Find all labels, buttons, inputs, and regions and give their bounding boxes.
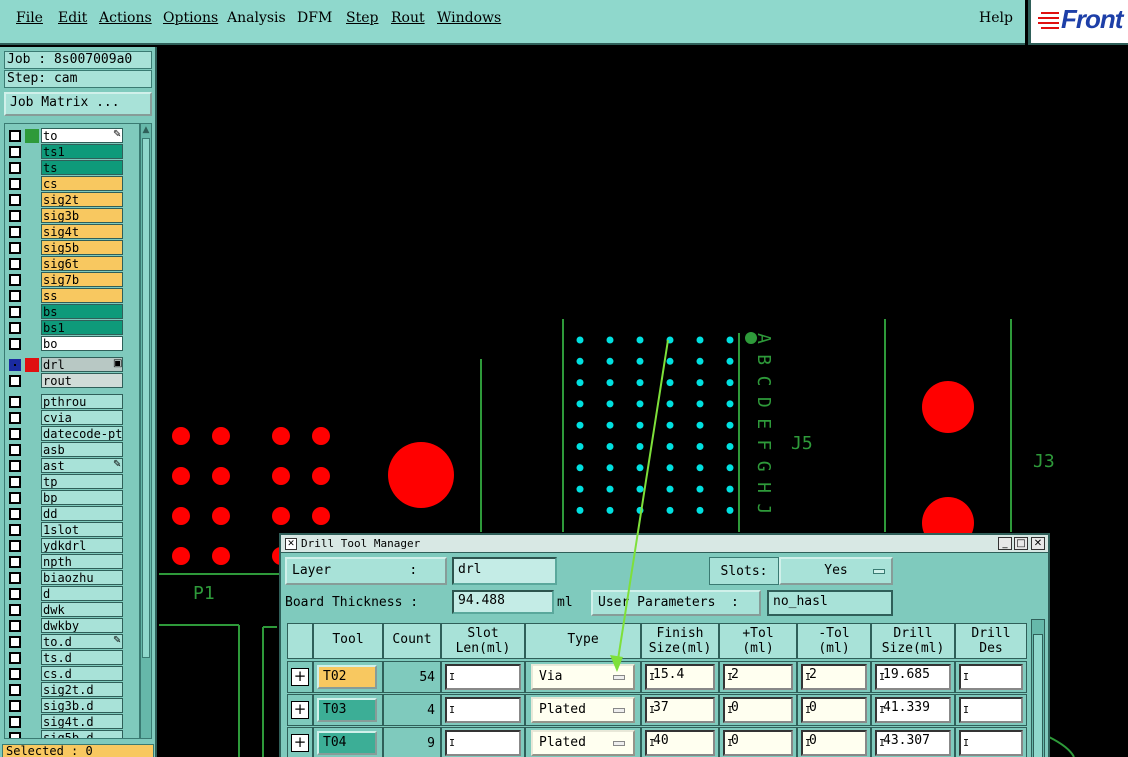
arrow-head-icon [610, 655, 623, 672]
annotation-arrow [610, 339, 669, 672]
arrow-line [616, 339, 669, 667]
